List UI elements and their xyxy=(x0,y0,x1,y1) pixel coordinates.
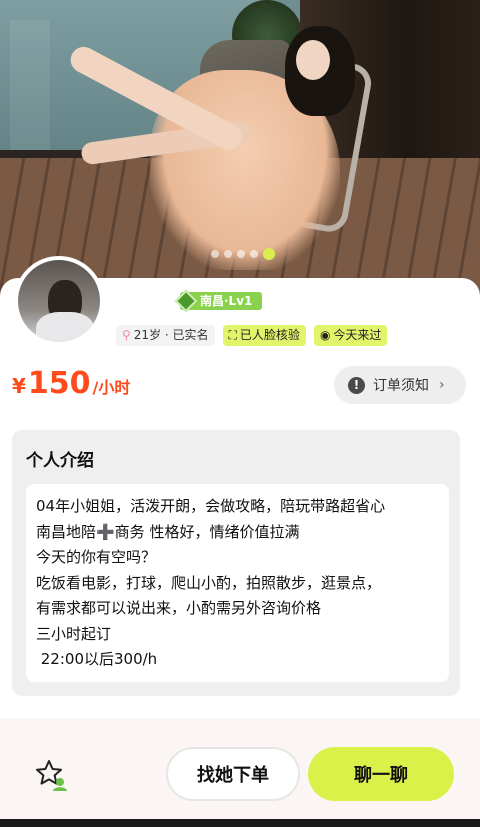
record-dot-icon: ◉ xyxy=(319,328,331,342)
intro-line: 三小时起订 xyxy=(36,624,112,643)
favorite-icon[interactable] xyxy=(34,758,68,792)
carousel-dot[interactable] xyxy=(237,250,245,258)
face-verified-label: 已人脸核验 xyxy=(239,328,300,342)
order-notice-button[interactable]: ! 订单须知 › xyxy=(334,366,466,404)
intro-line: 吃饭看电影，打球，爬山小酌，拍照散步，逛景点， xyxy=(36,573,382,592)
carousel-dot[interactable] xyxy=(211,250,219,258)
intro-line: 22:00以后300/h xyxy=(36,650,158,668)
price-amount: 150 xyxy=(27,366,91,401)
intro-line: 今天的你有空吗？ xyxy=(36,548,157,566)
intro-section: 个人介绍 04年小姐姐，活泼开朗，会做攻略，陪玩带路超省心 南昌地陪➕商务 性格… xyxy=(12,430,460,696)
location-pin-icon: ⚲ xyxy=(122,328,131,342)
avatar[interactable] xyxy=(14,256,104,346)
photo-face xyxy=(296,40,330,80)
price-unit: /小时 xyxy=(92,378,131,397)
age-verified-tag: ⚲ 21岁 · 已实名 xyxy=(116,325,215,346)
active-today-label: 今天来过 xyxy=(333,328,382,342)
intro-line: 有需求都可以说出来，小酌需另外咨询价格 xyxy=(36,599,322,617)
order-notice-label: 订单须知 xyxy=(373,378,429,394)
active-today-tag: ◉ 今天来过 xyxy=(313,325,388,346)
level-badge: 南昌·Lv1 xyxy=(174,289,263,313)
profile-tags: ⚲ 21岁 · 已实名 ⛶ 已人脸核验 ◉ 今天来过 xyxy=(116,325,388,346)
intro-title: 个人介绍 xyxy=(26,451,94,471)
intro-text: 04年小姐姐，活泼开朗，会做攻略，陪玩带路超省心 南昌地陪➕商务 性格好，情绪价… xyxy=(26,484,449,682)
chevron-right-icon: › xyxy=(439,377,445,393)
face-verified-tag: ⛶ 已人脸核验 xyxy=(222,325,306,346)
bottom-action-bar: 找她下单 聊一聊 xyxy=(0,722,480,819)
exclamation-icon: ! xyxy=(348,376,365,394)
avatar-body xyxy=(36,312,94,342)
intro-line: 04年小姐姐，活泼开朗，会做攻略，陪玩带路超省心 xyxy=(36,497,386,515)
face-scan-icon: ⛶ xyxy=(228,328,237,342)
carousel-dot[interactable] xyxy=(224,250,232,258)
carousel-dot[interactable] xyxy=(250,250,258,258)
chat-button[interactable]: 聊一聊 xyxy=(308,747,454,801)
system-nav-bar xyxy=(0,819,480,827)
carousel-indicator xyxy=(211,248,275,260)
price-currency: ¥ xyxy=(12,374,26,398)
level-badge-label: 南昌·Lv1 xyxy=(200,294,253,308)
carousel-dot-active[interactable] xyxy=(263,248,275,260)
price: ¥ 150 /小时 xyxy=(12,366,130,401)
order-button[interactable]: 找她下单 xyxy=(166,747,300,801)
intro-line: 南昌地陪➕商务 性格好，情绪价值拉满 xyxy=(36,522,300,541)
age-verified-label: 21岁 · 已实名 xyxy=(133,328,209,342)
